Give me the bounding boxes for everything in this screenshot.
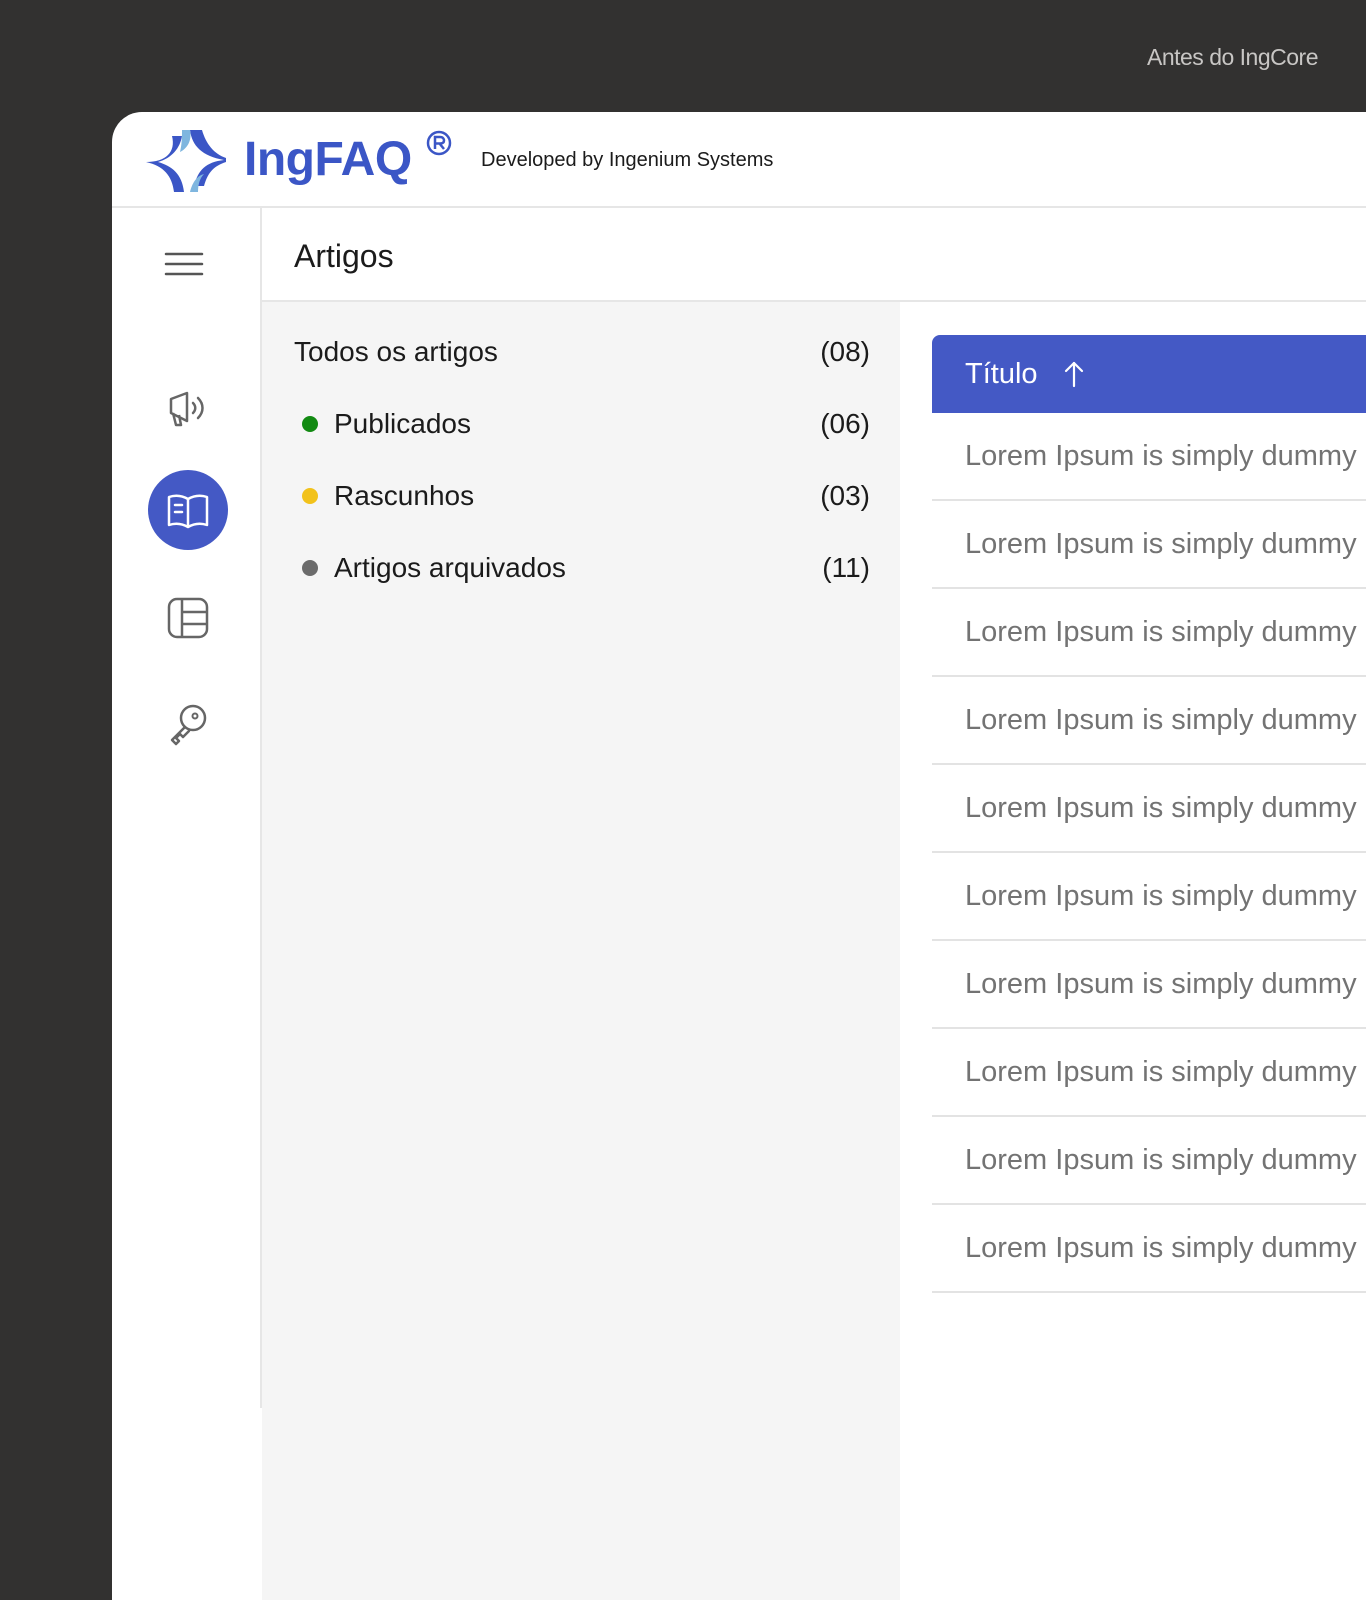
row-title: Lorem Ipsum is simply dummy [965,1143,1357,1176]
table-row[interactable]: Lorem Ipsum is simply dummy [932,413,1366,501]
megaphone-icon [169,391,204,427]
page-header: Artigos [262,208,1366,302]
app-window: IngFAQ Developed by Ingenium Systems Art… [112,112,1366,1600]
filter-published[interactable]: Publicados (06) [294,404,870,444]
column-label: Título [965,357,1038,390]
menu-icon[interactable] [164,250,204,278]
filter-drafts[interactable]: Rascunhos (03) [294,476,870,516]
table-body: Lorem Ipsum is simply dummy Lorem Ipsum … [932,413,1366,1293]
brand-tagline: Developed by Ingenium Systems [481,149,774,171]
filter-label: Todos os artigos [294,336,498,367]
row-title: Lorem Ipsum is simply dummy [965,1055,1357,1088]
table-row[interactable]: Lorem Ipsum is simply dummy [932,765,1366,853]
filter-label: Publicados [334,408,471,439]
table-row[interactable]: Lorem Ipsum is simply dummy [932,589,1366,677]
filter-count: (03) [820,480,870,511]
app-header: IngFAQ Developed by Ingenium Systems [112,112,1366,208]
nav-articles[interactable] [148,470,228,550]
sidebar [112,208,260,1600]
nav-layout[interactable] [148,578,228,658]
table-row[interactable]: Lorem Ipsum is simply dummy [932,1117,1366,1205]
row-title: Lorem Ipsum is simply dummy [965,879,1357,912]
nav-announcements[interactable] [148,368,228,448]
row-title: Lorem Ipsum is simply dummy [965,703,1357,736]
article-filter-panel: Todos os artigos (08) Publicados (06) Ra… [262,302,900,1600]
filter-count: (06) [820,408,870,439]
published-status-dot [302,416,318,432]
row-title: Lorem Ipsum is simply dummy [965,791,1357,824]
table-row[interactable]: Lorem Ipsum is simply dummy [932,853,1366,941]
filter-all-articles[interactable]: Todos os artigos (08) [294,332,870,372]
sort-ascending-icon[interactable] [1062,360,1086,388]
table-row[interactable]: Lorem Ipsum is simply dummy [932,501,1366,589]
book-icon [167,494,209,529]
title-column-header[interactable]: Título [932,335,1366,413]
filter-label: Artigos arquivados [334,552,566,583]
key-icon [170,704,207,746]
row-title: Lorem Ipsum is simply dummy [965,615,1357,648]
row-title: Lorem Ipsum is simply dummy [965,527,1357,560]
filter-archived[interactable]: Artigos arquivados (11) [294,548,870,588]
brand-name: IngFAQ [244,133,412,186]
page-title: Artigos [294,238,394,274]
ingfaq-logo-icon [146,130,226,192]
nav-access-keys[interactable] [148,684,228,764]
draft-status-dot [302,488,318,504]
table-row[interactable]: Lorem Ipsum is simply dummy [932,677,1366,765]
filter-count: (08) [820,336,870,367]
filter-label: Rascunhos [334,480,475,511]
archived-status-dot [302,560,318,576]
table-row[interactable]: Lorem Ipsum is simply dummy [932,941,1366,1029]
articles-table: Título Lorem Ipsum is simply dummy Lorem… [900,302,1366,1600]
registered-trademark-icon [426,130,452,156]
layout-icon [167,597,209,639]
table-row[interactable]: Lorem Ipsum is simply dummy [932,1205,1366,1293]
row-title: Lorem Ipsum is simply dummy [965,439,1357,472]
table-row[interactable]: Lorem Ipsum is simply dummy [932,1029,1366,1117]
filter-count: (11) [822,552,870,583]
page-caption: Antes do IngCore [1146,44,1319,70]
row-title: Lorem Ipsum is simply dummy [965,967,1357,1000]
row-title: Lorem Ipsum is simply dummy [965,1231,1357,1264]
